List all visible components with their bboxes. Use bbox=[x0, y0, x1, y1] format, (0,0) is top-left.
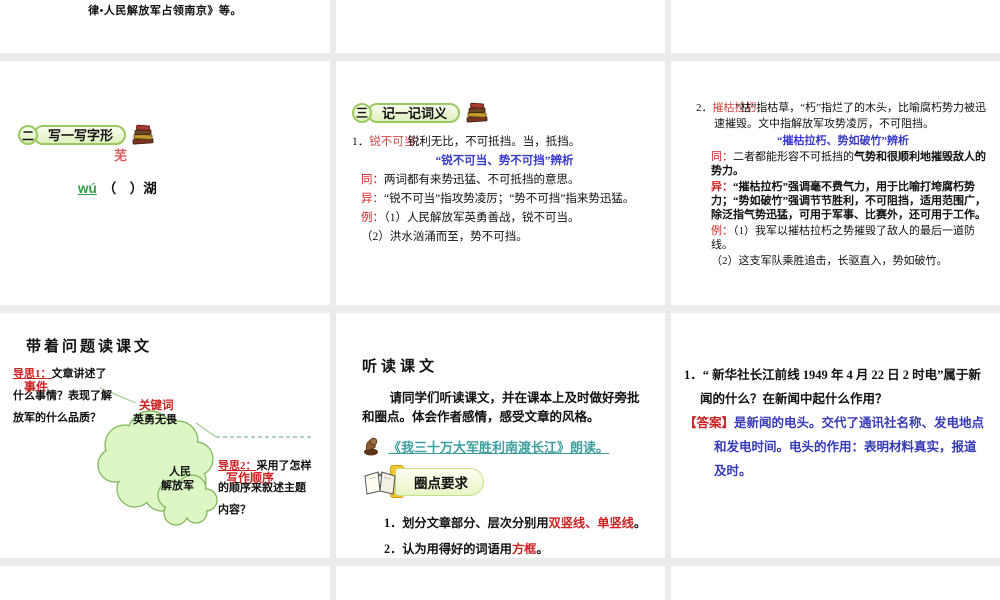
section-badge: 三 记一记词义 bbox=[352, 101, 490, 125]
item-end: 。 bbox=[536, 542, 549, 556]
vocab2-content: 2．摧枯拉朽：“枯”指枯草，“朽”指烂了的木头，比喻腐朽势力被迅速摧毁。文中指解… bbox=[671, 61, 1000, 268]
item-text: 认为用得好的词语用 bbox=[402, 542, 512, 556]
slide-listen-reading[interactable]: 听读课文 请同学们听读课文，并在课本上及时做好旁批和圈点。体会作者感情，感受文章… bbox=[336, 313, 665, 558]
diff-text: “锐不可当”指攻势凌厉；“势不可挡”指来势迅猛。 bbox=[384, 193, 635, 205]
example-label: 例： bbox=[711, 225, 733, 237]
example-text-1: （1）我军以摧枯拉朽之势摧毁了敌人的最后一道防线。 bbox=[711, 225, 975, 251]
slide-next-blank-1[interactable] bbox=[0, 566, 330, 600]
item-highlight: 双竖线、单竖线 bbox=[548, 516, 634, 530]
qa-content: 1．“ 新华社长江前线 1949 年 4 月 22 日 2 时电”属于新闻的什么… bbox=[671, 313, 1000, 483]
listen-title: 听读课文 bbox=[362, 359, 439, 375]
red-character: 芜 bbox=[114, 148, 128, 163]
character-after-blank: 湖 bbox=[143, 181, 157, 196]
same-text: 二者都能形容不可抵挡的 bbox=[733, 151, 854, 163]
overlay-keyword-order: 写作顺序 bbox=[226, 471, 275, 485]
same-line: 同：两词都有来势迅猛、不可抵挡的意思。 bbox=[361, 171, 657, 190]
books-icon bbox=[132, 124, 154, 145]
example-label: 例： bbox=[361, 212, 384, 224]
same-label: 同： bbox=[361, 174, 384, 186]
example-text-1: （1）人民解放军英勇善战，锐不可当。 bbox=[384, 212, 580, 224]
slide-fragment-poem[interactable]: 律•人民解放军占领南京》等。 bbox=[0, 0, 330, 53]
open-book-icon bbox=[364, 471, 396, 495]
example-line-1: 例：（1）人民解放军英勇善战，锐不可当。 bbox=[361, 209, 657, 228]
item-number: 1． bbox=[352, 136, 370, 148]
cloud-text-line-2: 解放军 bbox=[161, 480, 194, 492]
pinyin-blank-line: wú （ ）湖 bbox=[78, 177, 157, 197]
answer-text: 是新闻的电头。交代了通讯社名称、发电地点和发电时间。电头的作用：表明材料真实，报… bbox=[714, 416, 985, 478]
example-line-2: （2）这支军队乘胜追击，长驱直入，势如破竹。 bbox=[711, 254, 990, 268]
question-line: 1．“ 新华社长江前线 1949 年 4 月 22 日 2 时电”属于新闻的什么… bbox=[684, 363, 986, 411]
item-number: 2． bbox=[696, 102, 713, 114]
item-number: 1． bbox=[384, 516, 403, 530]
same-line: 同：二者都能形容不可抵挡的气势和很顺利地摧毁敌人的势力。 bbox=[711, 150, 990, 178]
section-badge: 二 写一写字形 bbox=[18, 123, 156, 147]
listen-instructions: 请同学们听读课文，并在课本上及时做好旁批和圈点。体会作者感情，感受文章的风格。 bbox=[362, 391, 640, 424]
slide-question-answer[interactable]: 1．“ 新华社长江前线 1949 年 4 月 22 日 2 时电”属于新闻的什么… bbox=[671, 313, 1000, 558]
slide-fragment-blank-2[interactable] bbox=[671, 0, 1000, 53]
same-text: 两词都有来势迅猛、不可抵挡的意思。 bbox=[384, 174, 580, 186]
slide-fragment-blank-1[interactable] bbox=[336, 0, 665, 53]
audio-link[interactable]: 《我三十万大军胜利南渡长江》朗读。 bbox=[388, 437, 609, 456]
badge-label: 写一写字形 bbox=[33, 125, 127, 145]
slide-word-meanings-2[interactable]: 2．摧枯拉朽：“枯”指枯草，“朽”指烂了的木头，比喻腐朽势力被迅速摧毁。文中指解… bbox=[671, 61, 1000, 305]
audio-link-row: 《我三十万大军胜利南渡长江》朗读。 bbox=[362, 436, 655, 456]
slide-next-blank-2[interactable] bbox=[336, 566, 665, 600]
answer-label: 【答案】 bbox=[684, 416, 735, 430]
slide-mindmap[interactable]: 带着问题读课文 导思1：文章讲述了什么事情？表现了解放军的什么品质？ 事件 关键… bbox=[0, 313, 330, 558]
item-text: 划分文章部分、层次分别用 bbox=[402, 516, 549, 530]
list-item: 2．认为用得好的词语用方框。 bbox=[384, 536, 655, 558]
requirement-list: 1．划分文章部分、层次分别用双竖线、单竖线。 2．认为用得好的词语用方框。 3．… bbox=[384, 510, 655, 558]
listen-content: 听读课文 请同学们听读课文，并在课本上及时做好旁批和圈点。体会作者感情，感受文章… bbox=[336, 313, 665, 558]
same-label: 同： bbox=[711, 151, 733, 163]
slide-sorter-grid: 律•人民解放军占领南京》等。 二 写一写字形 芜 wú （ ）湖 三 记一记词义 bbox=[0, 0, 1000, 600]
definition: 锐利无比，不可抵挡。当，抵挡。 bbox=[407, 136, 581, 148]
slide-next-blank-3[interactable] bbox=[671, 566, 1000, 600]
keyword-text: 英勇无畏 bbox=[133, 414, 177, 426]
comparison-title: “摧枯拉朽、势如破竹”辨析 bbox=[777, 135, 909, 147]
badge-number: 二 bbox=[18, 125, 38, 145]
badge-label: 圈点要求 bbox=[395, 468, 484, 496]
badge-number: 三 bbox=[352, 103, 372, 123]
slide-text: 律•人民解放军占领南京》等。 bbox=[88, 5, 242, 17]
guiding-question-2: 导思2：采用了怎样的顺序来叙述主题内容？ bbox=[218, 455, 315, 521]
slide-write-characters[interactable]: 二 写一写字形 芜 wú （ ）湖 bbox=[0, 61, 330, 305]
vocab1-content: 三 记一记词义 1．锐不可当：锐利无比，不可抵挡。当，抵挡。 “锐不可当、势不可… bbox=[336, 61, 665, 247]
example-line-1: 例：（1）我军以摧枯拉朽之势摧毁了敌人的最后一道防线。 bbox=[711, 224, 990, 252]
example-text-2: （2）这支军队乘胜追击，长驱直入，势如破竹。 bbox=[711, 255, 948, 267]
badge-label: 记一记词义 bbox=[367, 103, 461, 123]
books-icon bbox=[466, 102, 488, 123]
item-highlight: 方框 bbox=[511, 542, 537, 556]
diff-line: 异：“锐不可当”指攻势凌厉；“势不可挡”指来势迅猛。 bbox=[361, 190, 657, 209]
definition: “枯”指枯草，“朽”指烂了的木头，比喻腐朽势力被迅速摧毁。文中指解放军攻势凌厉，… bbox=[714, 102, 987, 130]
guiding-question-1: 导思1：文章讲述了什么事情？表现了解放军的什么品质？ bbox=[13, 363, 113, 429]
slide-word-meanings-1[interactable]: 三 记一记词义 1．锐不可当：锐利无比，不可抵挡。当，抵挡。 “锐不可当、势不可… bbox=[336, 61, 665, 305]
example-text-2: （2）洪水汹涌而至，势不可挡。 bbox=[361, 231, 528, 243]
diff-label: 异： bbox=[361, 193, 384, 205]
item-end: 。 bbox=[633, 516, 647, 530]
circling-requirements-badge: 圈点要求 bbox=[362, 465, 655, 498]
question-text: “ 新华社长江前线 1949 年 4 月 22 日 2 时电”属于新闻的什么？在… bbox=[700, 368, 981, 406]
example-line-2: （2）洪水汹涌而至，势不可挡。 bbox=[361, 228, 657, 247]
answer-line: 【答案】是新闻的电头。交代了通讯社名称、发电地点和发电时间。电头的作用：表明材料… bbox=[684, 411, 986, 483]
item-number: 2． bbox=[384, 542, 403, 556]
mindmap-title: 带着问题读课文 bbox=[26, 339, 153, 355]
overlay-keyword-event: 事件 bbox=[24, 380, 49, 394]
diff-label: 异： bbox=[711, 181, 733, 193]
blank-parens: （ ） bbox=[102, 181, 144, 196]
definition-line: 2．摧枯拉朽：“枯”指枯草，“朽”指烂了的木头，比喻腐朽势力被迅速摧毁。文中指解… bbox=[696, 100, 990, 132]
diff-line: 异：“摧枯拉朽”强调毫不费气力，用于比喻打垮腐朽势力；“势如破竹”强调节节胜利，… bbox=[711, 180, 990, 222]
diff-text: “摧枯拉朽”强调毫不费气力，用于比喻打垮腐朽势力；“势如破竹”强调节节胜利，不可… bbox=[711, 181, 986, 221]
list-item: 1．划分文章部分、层次分别用双竖线、单竖线。 bbox=[384, 510, 655, 536]
gramophone-icon bbox=[364, 437, 378, 456]
comparison-title: “锐不可当、势不可挡”辨析 bbox=[435, 155, 574, 167]
question-number: 1． bbox=[684, 368, 703, 382]
definition-line: 1．锐不可当：锐利无比，不可抵挡。当，抵挡。 bbox=[352, 133, 657, 152]
pinyin: wú bbox=[78, 181, 97, 196]
